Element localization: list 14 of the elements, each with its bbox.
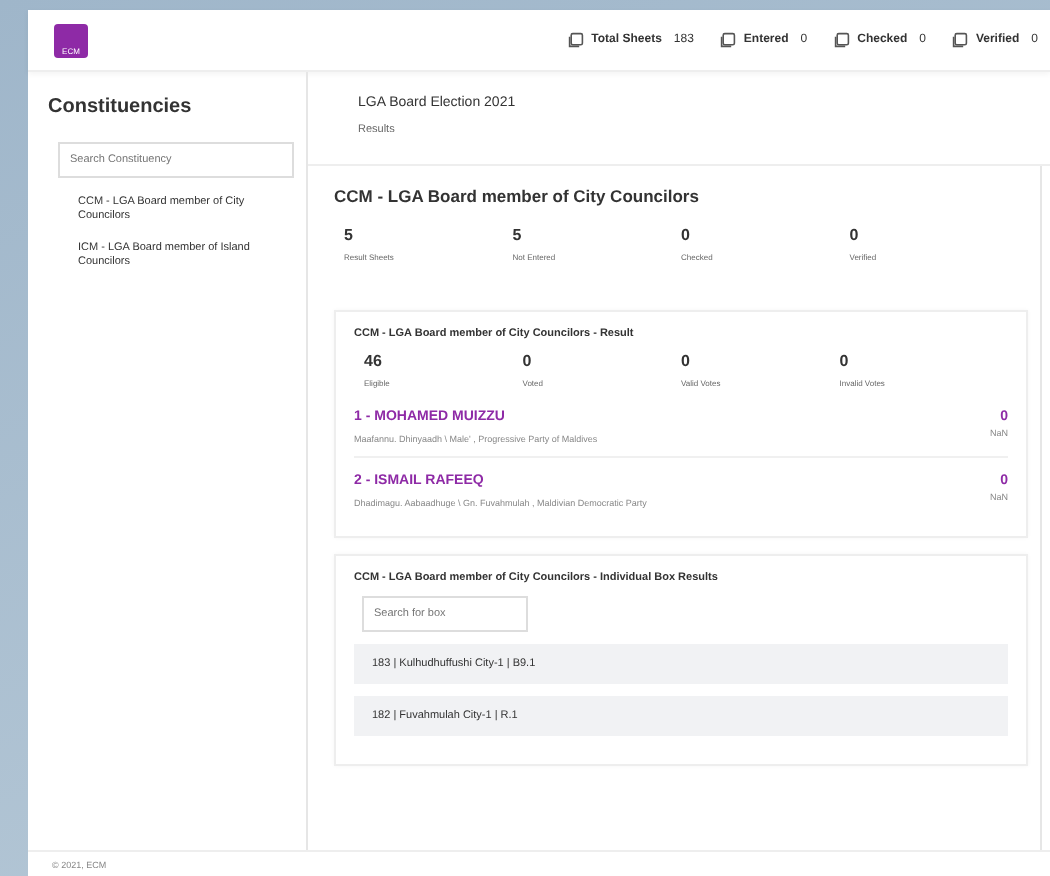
stat-value: 0 xyxy=(522,352,534,370)
stat-value: 0 xyxy=(849,226,861,244)
sheet-icon xyxy=(951,32,968,48)
stat-value: 46 xyxy=(364,352,384,370)
sheet-icon xyxy=(833,32,850,48)
stat-value: 5 xyxy=(512,226,524,244)
stat-value: 0 xyxy=(681,352,692,370)
stat-value: 0 xyxy=(839,352,851,370)
stat-value: 0 xyxy=(681,226,692,244)
sheet-icon xyxy=(719,32,736,48)
sheet-icon xyxy=(567,32,584,48)
sidebar-title: Constituencies xyxy=(48,96,194,118)
stat-value: 5 xyxy=(344,226,355,244)
section-title: CCM - LGA Board member of City Councilors xyxy=(334,186,701,206)
